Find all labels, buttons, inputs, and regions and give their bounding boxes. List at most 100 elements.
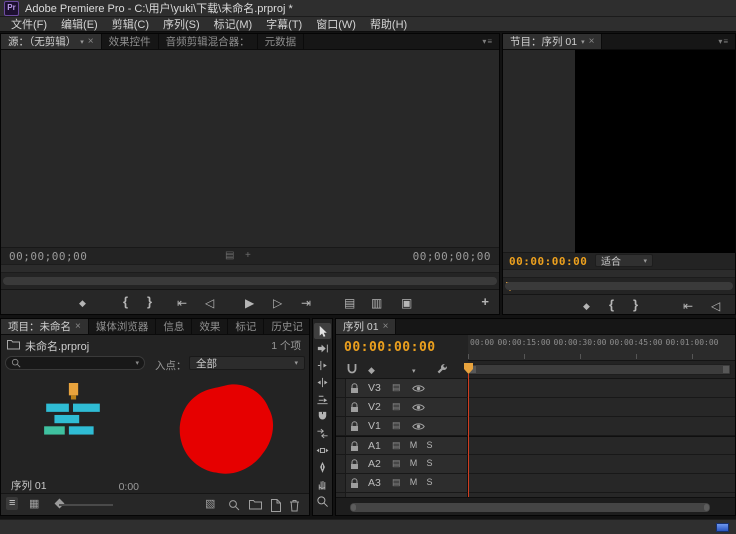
source-time-ruler[interactable] <box>1 264 499 273</box>
snap-icon[interactable] <box>346 363 358 375</box>
automate-to-sequence-button[interactable]: ▧ <box>205 498 215 511</box>
scrollbar-thumb[interactable] <box>3 277 497 285</box>
play-button[interactable]: ▶ <box>245 296 254 310</box>
track-name[interactable]: A2 <box>368 458 381 470</box>
new-item-button[interactable] <box>270 499 281 512</box>
menu-file[interactable]: 文件(F) <box>4 16 54 32</box>
program-position-timecode[interactable]: 00:00:00:00 <box>509 255 587 268</box>
track-name[interactable]: V2 <box>368 401 381 413</box>
pen-tool-button[interactable] <box>314 459 331 475</box>
in-point-filter-select[interactable]: 全部 ▾ <box>189 356 305 370</box>
track-lane-a1[interactable] <box>468 437 735 454</box>
tab-media-browser[interactable]: 媒体浏览器 <box>89 319 157 334</box>
go-to-out-button[interactable]: ⇥ <box>301 296 311 310</box>
mute-button[interactable]: M <box>408 440 419 450</box>
display-style-icon[interactable]: ▤ <box>392 477 401 488</box>
project-file-name[interactable]: 未命名.prproj <box>25 338 89 354</box>
tab-effects[interactable]: 效果 <box>192 319 228 334</box>
wrench-icon[interactable] <box>436 363 448 375</box>
display-style-icon[interactable]: ▤ <box>392 382 401 393</box>
lock-icon[interactable] <box>350 383 359 394</box>
chevron-down-icon[interactable]: ▾ <box>135 359 139 367</box>
lock-icon[interactable] <box>350 402 359 413</box>
go-to-in-button[interactable]: ⇤ <box>683 299 693 313</box>
slip-tool-button[interactable] <box>314 425 331 441</box>
icon-view-button[interactable]: ▦ <box>29 498 39 511</box>
close-icon[interactable]: × <box>88 37 94 47</box>
track-name[interactable]: V1 <box>368 420 381 432</box>
marker-icon[interactable]: ◆ <box>368 364 375 376</box>
lock-icon[interactable] <box>350 459 359 470</box>
project-item-sequence[interactable]: 序列 01 0:00 <box>5 371 149 495</box>
add-marker-button[interactable]: ◆ <box>79 296 86 310</box>
zoom-slider[interactable] <box>59 504 113 506</box>
track-lane-v2[interactable] <box>468 398 735 416</box>
step-back-button[interactable]: ◁ <box>205 296 214 310</box>
panel-menu-icon[interactable]: ▾≡ <box>712 34 735 49</box>
lock-icon[interactable] <box>350 421 359 432</box>
chevron-down-icon[interactable]: ▾ <box>412 366 416 378</box>
mark-in-button[interactable]: { <box>609 298 614 312</box>
display-style-icon[interactable]: ▤ <box>392 401 401 412</box>
source-zoom-scrollbar[interactable] <box>1 273 499 289</box>
close-icon[interactable]: × <box>75 322 81 332</box>
track-name[interactable]: A1 <box>368 440 381 452</box>
timeline-ruler[interactable]: 00:00 00:00:15:00 00:00:30:00 00:00:45:0… <box>468 335 735 361</box>
solo-button[interactable]: S <box>424 458 435 468</box>
close-icon[interactable]: × <box>383 322 389 332</box>
insert-button[interactable]: ▤ <box>344 296 355 310</box>
rolling-edit-tool-button[interactable] <box>314 374 331 390</box>
menu-window[interactable]: 窗口(W) <box>309 16 363 32</box>
track-select-tool-button[interactable] <box>314 340 331 356</box>
chevron-down-icon[interactable]: ▾ <box>581 38 585 46</box>
close-icon[interactable]: × <box>589 37 595 47</box>
eye-icon[interactable] <box>412 403 425 412</box>
work-area-bar[interactable] <box>468 364 731 375</box>
project-search-box[interactable]: ▾ <box>5 356 145 370</box>
go-to-in-button[interactable]: ⇤ <box>177 296 187 310</box>
clear-trash-button[interactable] <box>289 499 300 512</box>
track-name[interactable]: A3 <box>368 477 381 489</box>
output-settings-icon[interactable]: + <box>245 250 251 261</box>
menu-sequence[interactable]: 序列(S) <box>156 16 207 32</box>
solo-button[interactable]: S <box>424 440 435 450</box>
display-style-icon[interactable]: ▤ <box>392 440 401 451</box>
mark-in-button[interactable]: { <box>123 295 128 309</box>
new-bin-button[interactable] <box>249 499 262 510</box>
scrollbar-thumb[interactable] <box>505 282 733 290</box>
eye-icon[interactable] <box>412 422 425 431</box>
tab-info[interactable]: 信息 <box>156 319 192 334</box>
tab-history[interactable]: 历史记 <box>264 319 310 334</box>
status-blue-icon[interactable] <box>716 523 729 532</box>
program-time-ruler[interactable] <box>503 269 735 278</box>
menu-help[interactable]: 帮助(H) <box>363 16 414 32</box>
lock-icon[interactable] <box>350 478 359 489</box>
eye-icon[interactable] <box>412 384 425 393</box>
menu-title[interactable]: 字幕(T) <box>259 16 309 32</box>
search-input[interactable] <box>24 357 132 370</box>
mark-out-button[interactable]: } <box>147 295 152 309</box>
project-item-graphic[interactable] <box>153 371 305 495</box>
razor-tool-button[interactable] <box>314 408 331 424</box>
export-frame-button[interactable]: ▣ <box>401 296 412 310</box>
track-name[interactable]: V3 <box>368 382 381 394</box>
tab-program[interactable]: 节目：序列 01 ▾ × <box>503 34 602 49</box>
tab-source[interactable]: 源：（无剪辑） ▾ × <box>1 34 102 49</box>
selection-tool-button[interactable] <box>314 323 331 339</box>
find-button[interactable] <box>228 499 240 511</box>
lock-icon[interactable] <box>350 441 359 452</box>
step-back-button[interactable]: ◁ <box>711 299 720 313</box>
step-forward-button[interactable]: ▷ <box>273 296 282 310</box>
tab-metadata[interactable]: 元数据 <box>258 34 305 49</box>
tab-effect-controls[interactable]: 效果控件 <box>102 34 159 49</box>
hand-tool-button[interactable] <box>314 476 331 492</box>
tab-markers[interactable]: 标记 <box>228 319 264 334</box>
source-position-timecode[interactable]: 00;00;00;00 <box>9 250 87 263</box>
track-lane-v1[interactable] <box>468 417 735 435</box>
menu-marker[interactable]: 标记(M) <box>207 16 260 32</box>
rate-stretch-tool-button[interactable] <box>314 391 331 407</box>
track-lane-a2[interactable] <box>468 455 735 473</box>
timeline-position-timecode[interactable]: 00:00:00:00 <box>344 340 436 355</box>
program-zoom-scrollbar[interactable] <box>503 278 735 294</box>
list-view-button[interactable]: ≡ <box>6 497 18 510</box>
